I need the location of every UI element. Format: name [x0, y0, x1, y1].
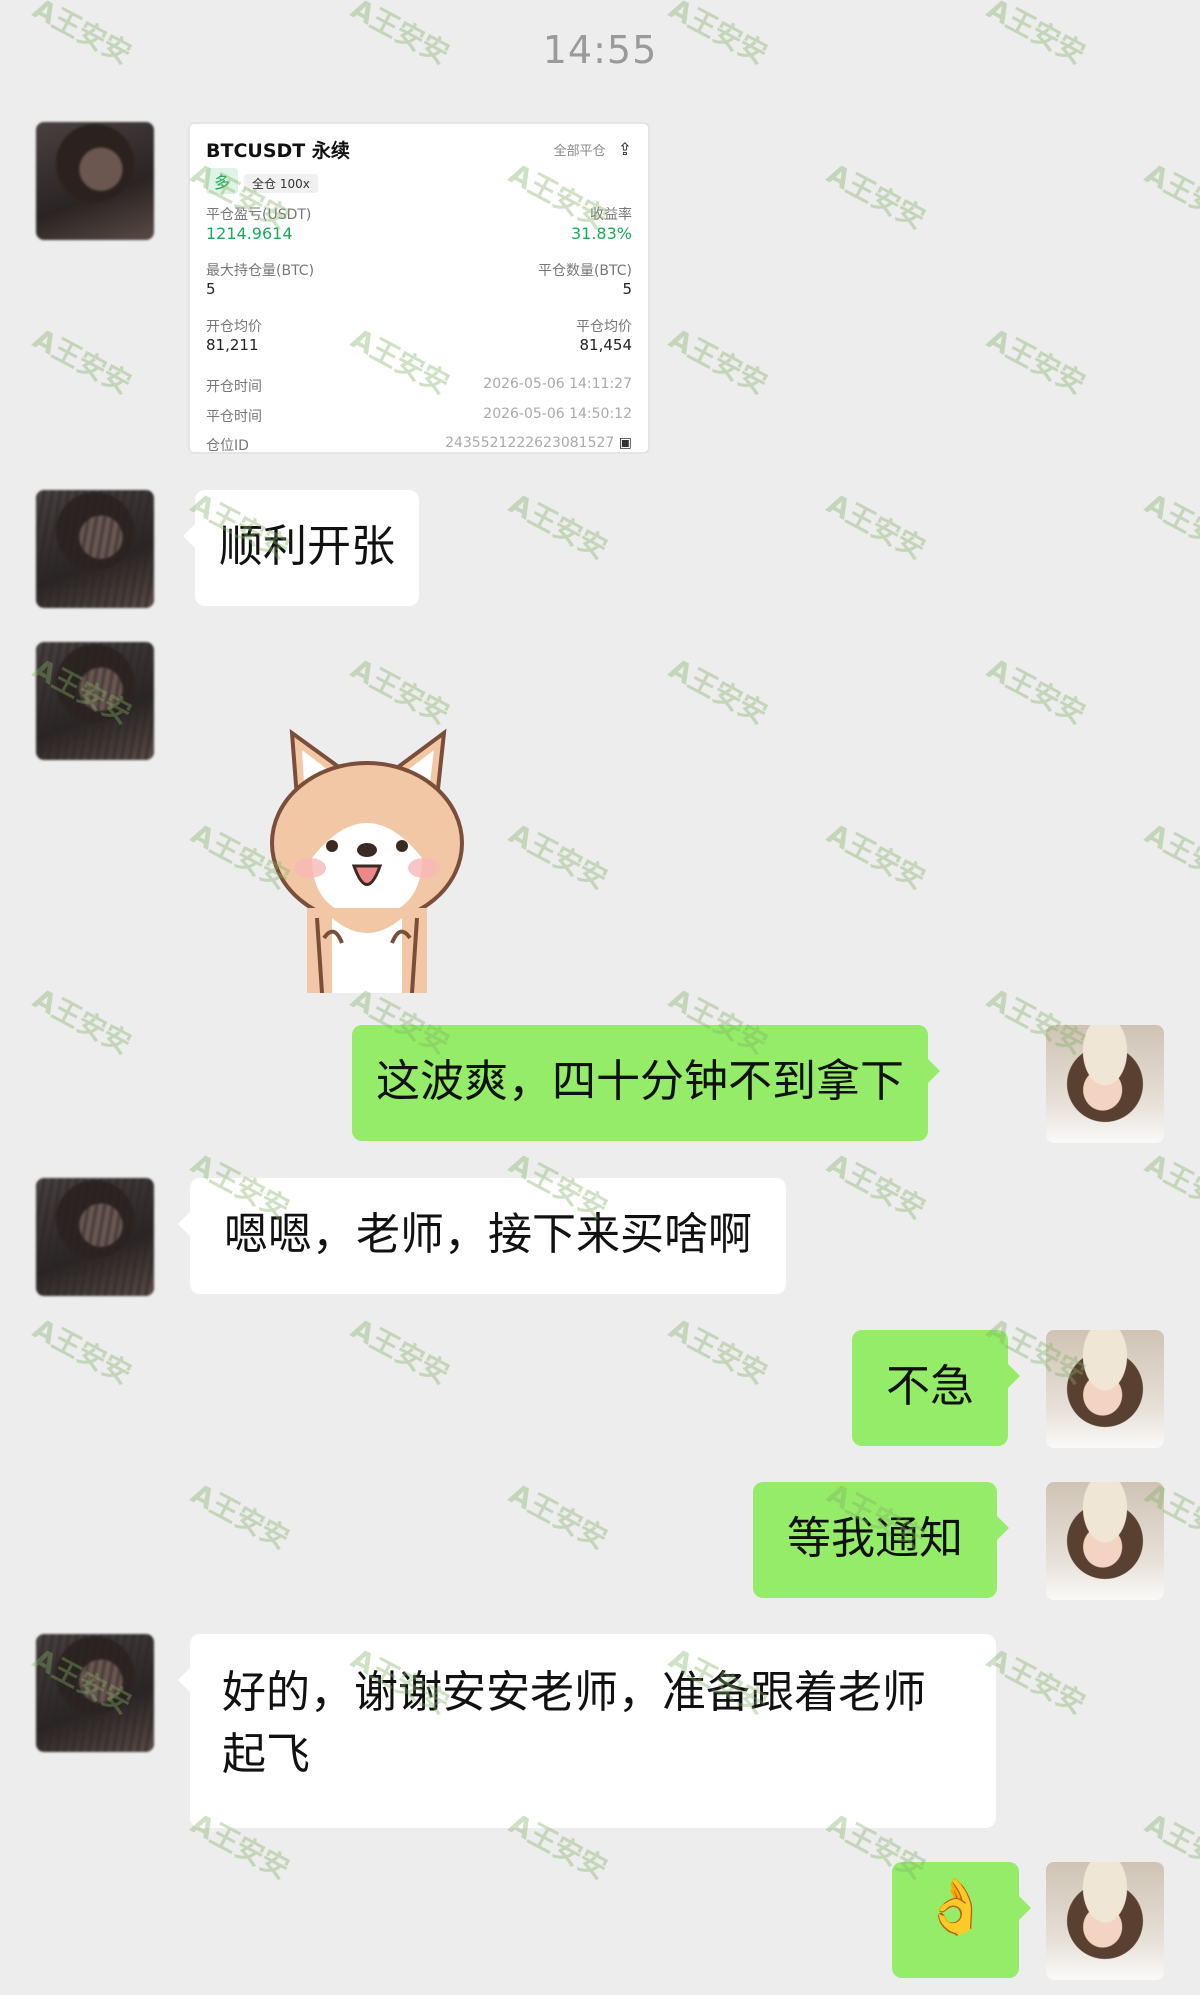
shiba-dog-sticker[interactable] — [262, 718, 472, 993]
watermark-text: A王安安 — [185, 1476, 295, 1556]
watermark-text: A王安安 — [663, 651, 773, 731]
watermark-text: A王安安 — [981, 321, 1091, 401]
watermark-text: A王安安 — [821, 156, 931, 236]
avatar-self[interactable] — [1046, 1330, 1164, 1448]
status-time: 14:55 — [542, 28, 658, 72]
watermark-text: A王安安 — [981, 651, 1091, 731]
message-bubble-left[interactable]: 嗯嗯，老师，接下来买啥啊 — [178, 1178, 786, 1294]
max-position-value: 5 — [206, 280, 216, 298]
avatar-contact[interactable] — [36, 122, 154, 240]
watermark-text: A王安安 — [345, 1311, 455, 1391]
watermark-text: A王安安 — [821, 816, 931, 896]
open-time-label: 开仓时间 — [206, 379, 262, 395]
watermark-text: A王安安 — [503, 486, 613, 566]
watermark-text: A王安安 — [27, 1311, 137, 1391]
pnl-label: 平仓盈亏(USDT) — [206, 207, 312, 223]
watermark-text: A王安安 — [1139, 486, 1200, 566]
position-id-label: 仓位ID — [206, 438, 249, 454]
watermark-text: A王安安 — [503, 1476, 613, 1556]
open-time-value: 2026-05-06 14:11:27 — [483, 376, 632, 392]
pnl-value: 1214.9614 — [206, 224, 293, 243]
avatar-self[interactable] — [1046, 1482, 1164, 1600]
avatar-contact[interactable] — [36, 642, 154, 760]
message-bubble-right[interactable]: 等我通知 — [753, 1482, 1009, 1598]
watermark-text: A王安安 — [663, 1311, 773, 1391]
open-avg-label: 开仓均价 — [206, 319, 262, 335]
close-avg-value: 81,454 — [579, 336, 633, 354]
message-bubble-right[interactable]: 这波爽，四十分钟不到拿下 — [352, 1025, 940, 1141]
watermark-text: A王安安 — [663, 321, 773, 401]
open-avg-value: 81,211 — [206, 336, 259, 354]
side-tag: 多 — [206, 168, 239, 194]
margin-tag: 全仓 100x — [244, 174, 318, 193]
avatar-contact[interactable] — [36, 1178, 154, 1296]
close-time-value: 2026-05-06 14:50:12 — [483, 406, 632, 422]
watermark-text: A王安安 — [1139, 816, 1200, 896]
share-icon[interactable]: ⇪ — [618, 140, 632, 160]
avatar-contact[interactable] — [36, 1634, 154, 1752]
close-avg-label: 平仓均价 — [576, 319, 632, 335]
watermark-text: A王安安 — [821, 486, 931, 566]
watermark-text: A王安安 — [27, 321, 137, 401]
message-bubble-right[interactable]: 不急 — [852, 1330, 1020, 1446]
watermark-text: A王安安 — [27, 981, 137, 1061]
avatar-contact[interactable] — [36, 490, 154, 608]
avatar-self[interactable] — [1046, 1862, 1164, 1980]
close-qty-value: 5 — [622, 280, 632, 298]
watermark-text: A王安安 — [1139, 1146, 1200, 1226]
close-time-label: 平仓时间 — [206, 409, 262, 425]
watermark-text: A王安安 — [1139, 156, 1200, 236]
card-title: BTCUSDT 永续 — [206, 140, 350, 162]
roi-value: 31.83% — [570, 224, 632, 243]
max-position-label: 最大持仓量(BTC) — [206, 263, 315, 279]
message-bubble-left[interactable]: 好的，谢谢安安老师，准备跟着老师起飞 — [178, 1634, 996, 1828]
position-id-value: 2435521222623081527 — [445, 435, 615, 451]
close-all-label[interactable]: 全部平仓 — [554, 144, 606, 159]
trade-card[interactable]: BTCUSDT 永续 全部平仓 ⇪ 多全仓 100x 平仓盈亏(USDT) 收益… — [188, 122, 650, 454]
close-qty-label: 平仓数量(BTC) — [537, 263, 632, 279]
avatar-self[interactable] — [1046, 1025, 1164, 1143]
watermark-text: A王安安 — [821, 1146, 931, 1226]
copy-icon[interactable]: ▣ — [619, 435, 632, 451]
roi-label: 收益率 — [590, 207, 632, 223]
watermark-text: A王安安 — [981, 1641, 1091, 1721]
watermark-text: A王安安 — [503, 816, 613, 896]
message-bubble-left[interactable]: 顺利开张 — [183, 490, 419, 606]
message-bubble-right[interactable]: 👌 — [892, 1862, 1032, 1978]
